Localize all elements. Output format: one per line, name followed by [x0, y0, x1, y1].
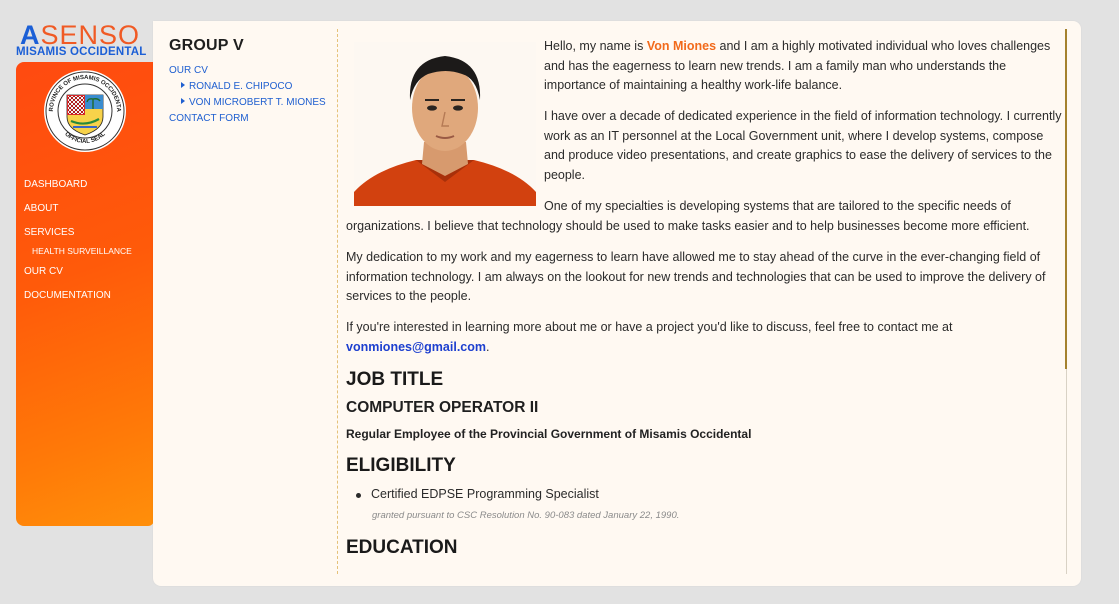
- intro-paragraph: Hello, my name is Von Miones and I am a …: [544, 39, 1051, 92]
- job-title-heading: JOB TITLE: [346, 369, 444, 390]
- table-of-contents: GROUP V OUR CV RONALD E. CHIPOCO VON MIC…: [169, 37, 334, 128]
- sidebar-item-health-surveillance[interactable]: HEALTH SURVEILLANCE: [24, 244, 152, 265]
- eligibility-list: Certified EDPSE Programming Specialist: [356, 487, 599, 501]
- profile-photo: [354, 42, 536, 206]
- sidebar-item-dashboard[interactable]: DASHBOARD: [24, 178, 152, 202]
- sidebar-item-documentation[interactable]: DOCUMENTATION: [24, 289, 152, 313]
- toc-divider: [337, 29, 338, 574]
- toc-link-our-cv[interactable]: OUR CV: [169, 64, 334, 80]
- scrollbar-thumb[interactable]: [1065, 29, 1067, 369]
- profile-name: Von Miones: [646, 39, 717, 53]
- brand-subtitle: MISAMIS OCCIDENTAL: [16, 46, 147, 58]
- eligibility-note: granted pursuant to CSC Resolution No. 9…: [372, 510, 680, 521]
- education-heading: EDUCATION: [346, 537, 458, 558]
- experience-paragraph: I have over a decade of dedicated experi…: [544, 109, 1062, 182]
- toc-link-contact-form[interactable]: CONTACT FORM: [169, 112, 334, 128]
- eligibility-heading: ELIGIBILITY: [346, 455, 456, 476]
- toc-link-ronald-chipoco[interactable]: RONALD E. CHIPOCO: [169, 80, 334, 96]
- caret-right-icon: [181, 82, 185, 88]
- brand-logo[interactable]: ASENSO MISAMIS OCCIDENTAL: [16, 20, 154, 62]
- email-link[interactable]: vonmiones@gmail.com: [346, 340, 486, 354]
- dedication-paragraph: My dedication to my work and my eagernes…: [346, 250, 1046, 303]
- official-seal-icon: PROVINCE OF MISAMIS OCCIDENTAL OFFICIAL …: [43, 69, 126, 152]
- list-item: Certified EDPSE Programming Specialist: [356, 487, 599, 501]
- main-card: GROUP V OUR CV RONALD E. CHIPOCO VON MIC…: [153, 21, 1081, 586]
- job-description: Regular Employee of the Provincial Gover…: [346, 427, 752, 441]
- sidebar-item-our-cv[interactable]: OUR CV: [24, 265, 152, 289]
- toc-link-von-miones[interactable]: VON MICROBERT T. MIONES: [169, 96, 334, 112]
- cv-content: Hello, my name is Von Miones and I am a …: [346, 21, 1066, 586]
- contact-paragraph: If you're interested in learning more ab…: [346, 320, 953, 354]
- sidebar-item-about[interactable]: ABOUT: [24, 202, 152, 226]
- job-title-value: COMPUTER OPERATOR II: [346, 399, 539, 416]
- specialties-paragraph: One of my specialties is developing syst…: [346, 199, 1030, 233]
- toc-title: GROUP V: [169, 37, 244, 54]
- caret-right-icon: [181, 98, 185, 104]
- sidebar: PROVINCE OF MISAMIS OCCIDENTAL OFFICIAL …: [16, 62, 154, 526]
- sidebar-nav: DASHBOARD ABOUT SERVICES HEALTH SURVEILL…: [24, 178, 152, 313]
